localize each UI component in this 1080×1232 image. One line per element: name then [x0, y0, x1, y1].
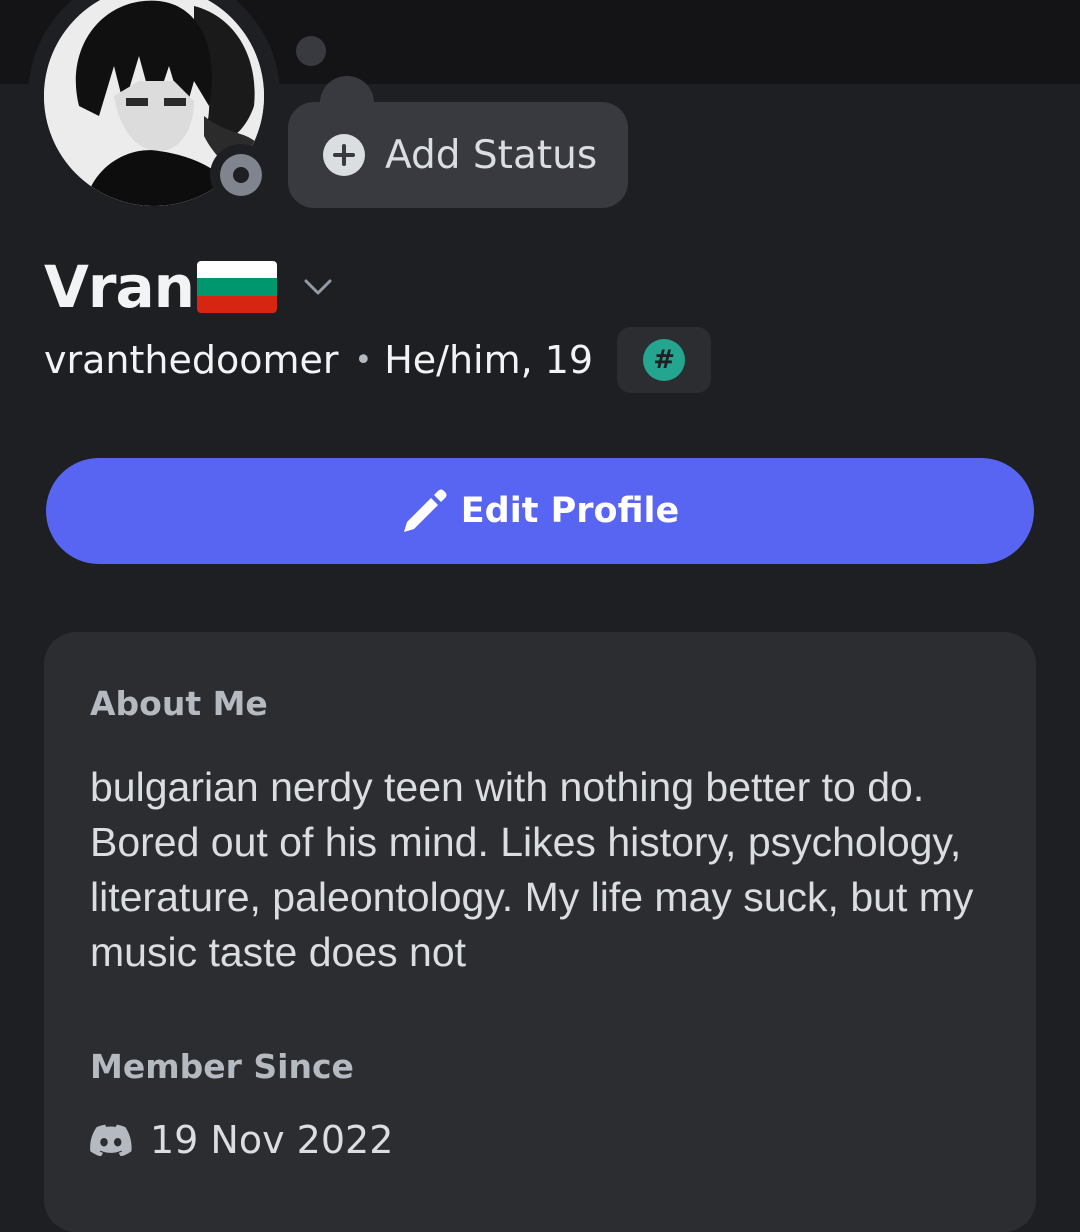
about-me-card: About Me bulgarian nerdy teen with nothi… [44, 632, 1036, 1232]
member-since-title: Member Since [90, 1047, 354, 1086]
pronouns: He/him, 19 [384, 338, 594, 382]
thought-bubble-dot [296, 36, 326, 66]
chevron-down-icon[interactable] [303, 278, 333, 296]
display-name-row[interactable]: Vran [44, 248, 333, 326]
bulgaria-flag-icon [196, 261, 277, 313]
hashtag-icon: # [643, 339, 686, 381]
server-tag-chip[interactable]: # [617, 327, 712, 393]
offline-status-icon-center [233, 167, 249, 183]
pencil-icon [403, 489, 447, 532]
edit-profile-button[interactable]: Edit Profile [46, 458, 1034, 564]
member-since-date: 19 Nov 2022 [150, 1118, 394, 1162]
display-name: Vran [44, 253, 195, 321]
username: vranthedoomer [44, 338, 339, 382]
user-identity-row: vranthedoomer • He/him, 19 # [44, 327, 712, 393]
about-me-title: About Me [90, 684, 268, 723]
add-status-button[interactable]: Add Status [288, 102, 628, 208]
add-status-label: Add Status [385, 132, 598, 178]
separator-dot: • [354, 342, 373, 378]
bio-text: bulgarian nerdy teen with nothing better… [90, 764, 974, 975]
discord-icon [90, 1124, 132, 1156]
member-since-row: 19 Nov 2022 [90, 1118, 393, 1162]
plus-circle-icon [323, 134, 365, 176]
edit-profile-label: Edit Profile [460, 491, 680, 531]
